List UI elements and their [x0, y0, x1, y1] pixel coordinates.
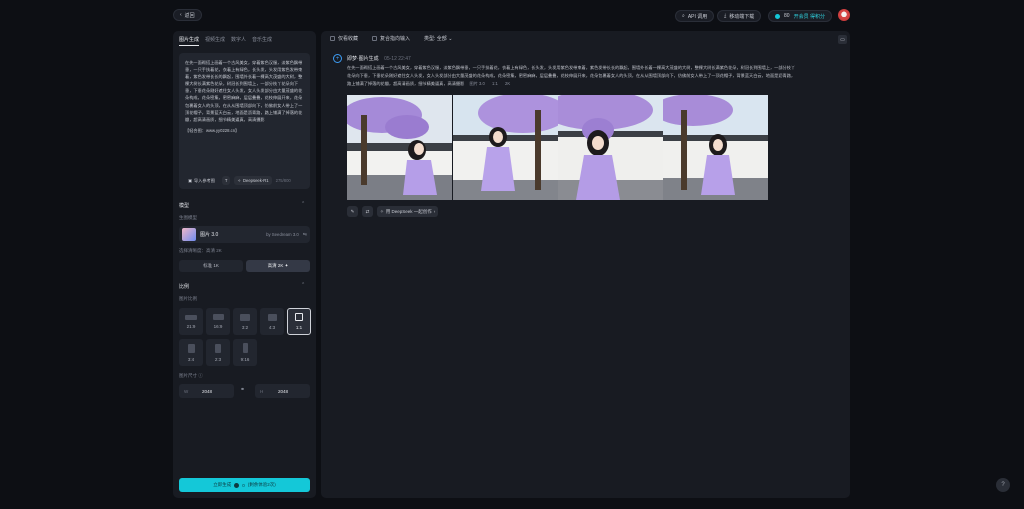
model-section-title: 模型: [179, 203, 190, 209]
pencil-icon: ✎: [350, 208, 355, 214]
height-input[interactable]: H 2048: [255, 384, 310, 398]
ratio-3-2[interactable]: 3:2: [233, 308, 257, 335]
tab-music[interactable]: 音乐生成: [252, 36, 272, 46]
ratio-sublabel: 图片比例: [179, 296, 197, 301]
filter-bar: 仅看收藏 复合指向输入 类型: 全部 ⌄: [330, 35, 452, 42]
generated-image-4[interactable]: [663, 95, 768, 200]
ratio-shape: [212, 314, 224, 320]
generated-image-1[interactable]: [347, 95, 452, 200]
mobile-download-button[interactable]: ⤓ 移动端下载: [717, 10, 762, 22]
image-icon: ▣: [188, 178, 192, 183]
model-name: 图片 3.0: [200, 232, 219, 238]
size-sublabel: 图片尺寸 ⓘ: [179, 373, 203, 378]
width-input[interactable]: W 2048: [179, 384, 234, 398]
ratio-9-16[interactable]: 9:16: [233, 339, 257, 366]
quality-standard-button[interactable]: 标准 1K: [179, 260, 243, 272]
prompt-textarea[interactable]: 在先一面砌搭上画着一个古风美女，穿着紫色汉服，淡紫色飘带垂，一只手扶着花，衣着上…: [179, 53, 310, 189]
collapse-model-icon[interactable]: ⌃: [301, 201, 305, 207]
points-badge[interactable]: 80 开会员 得积分: [768, 10, 832, 22]
ratio-2-3[interactable]: 2:3: [206, 339, 230, 366]
link-icon[interactable]: ⚭: [240, 386, 245, 393]
coin-icon: [234, 482, 240, 488]
generated-image-2[interactable]: [453, 95, 558, 200]
refresh-icon: ⇄: [365, 208, 370, 214]
ratio-shape: [242, 343, 248, 353]
chevron-left-icon: ‹: [180, 12, 182, 18]
ratio-3-4[interactable]: 3:4: [179, 339, 203, 366]
chevron-right-icon: ›: [433, 209, 436, 214]
text-format-button[interactable]: T: [221, 176, 231, 185]
tab-video[interactable]: 视频生成: [205, 36, 225, 46]
ratio-16-9[interactable]: 16:9: [206, 308, 230, 335]
favorites-filter[interactable]: 仅看收藏: [330, 35, 358, 42]
ratio-1-1[interactable]: 1:1: [287, 308, 311, 335]
api-button[interactable]: ⌕ API 调用: [675, 10, 715, 22]
regenerate-button[interactable]: ⇄: [362, 206, 373, 217]
download-icon: ⤓: [724, 13, 727, 19]
folder-icon[interactable]: ▭: [838, 35, 847, 44]
prompt-extra: 【轻合图：www.yy0228.cn】: [185, 127, 240, 133]
ratio-21-9[interactable]: 21:9: [179, 308, 203, 335]
generate-button[interactable]: 立即生成 0 (剩余体验2次): [179, 478, 310, 492]
ratio-shape: [187, 343, 195, 353]
checkbox-icon: [372, 36, 378, 41]
ratio-shape: [295, 313, 303, 321]
tab-digital-human[interactable]: 数字人: [231, 36, 246, 46]
type-filter-dropdown[interactable]: 类型: 全部 ⌄: [424, 35, 452, 42]
message-time: 05-12 22:47: [384, 56, 411, 62]
message-title: 即梦·图片生成 05-12 22:47: [347, 56, 411, 62]
info-icon: ⓘ: [198, 373, 203, 378]
model-sublabel: 生图模型: [179, 215, 197, 220]
ratio-shape: [267, 313, 277, 321]
deepseek-icon: ✧: [237, 178, 241, 183]
message-prompt: 在先一面砌搭上画着一个古风美女，穿着紫色汉服，淡紫色飘带垂，一只手扶着花，衣着上…: [347, 65, 796, 86]
ratio-section-title: 比例: [179, 284, 190, 290]
help-icon: ?: [1001, 482, 1005, 488]
chevron-down-icon: ⌄: [448, 36, 453, 42]
import-reference-button[interactable]: ▣ 导入参考图: [185, 176, 218, 185]
prompt-text: 在先一面砌搭上画着一个古风美女，穿着紫色汉服，淡紫色飘带垂，一只手扶着花，衣着上…: [185, 60, 303, 122]
tab-image[interactable]: 图片生成: [179, 36, 200, 46]
deepseek-icon: ✧: [380, 208, 384, 214]
settings-sliders-icon: ⇋: [302, 231, 307, 238]
search-icon: ⌕: [682, 13, 685, 19]
text-icon: T: [224, 178, 228, 183]
ratio-shape: [240, 313, 250, 321]
user-avatar[interactable]: [838, 9, 850, 21]
message-actions: ✎ ⇄ ✧ 用 DeepSeek 一起创作 ›: [347, 206, 439, 217]
ratio-shape: [185, 314, 197, 320]
quality-hd-button[interactable]: 高清 2K ✦: [246, 260, 310, 272]
char-count: 275/800: [275, 178, 291, 183]
checkbox-icon: [330, 36, 335, 41]
back-button[interactable]: ‹ 返回: [173, 9, 202, 21]
prompt-actions: ▣ 导入参考图 T ✧ Deepseek-R1 275/800: [185, 176, 291, 185]
composite-input-filter[interactable]: 复合指向输入: [372, 35, 410, 42]
model-by: by Seedream 3.0: [266, 232, 299, 237]
help-button[interactable]: ?: [996, 478, 1010, 492]
plus-circle-icon[interactable]: +: [333, 54, 342, 63]
model-thumbnail: [182, 228, 196, 241]
generation-tabs: 图片生成 视频生成 数字人 音乐生成: [179, 36, 272, 46]
deepseek-create-button[interactable]: ✧ 用 DeepSeek 一起创作 ›: [377, 206, 439, 217]
ratio-shape: [215, 343, 221, 353]
ratio-4-3[interactable]: 4:3: [260, 308, 284, 335]
quality-sublabel: 选择清晰度：高清 2K: [179, 248, 222, 253]
collapse-ratio-icon[interactable]: ⌃: [301, 282, 305, 288]
deepseek-button[interactable]: ✧ Deepseek-R1: [234, 176, 272, 185]
edit-button[interactable]: ✎: [347, 206, 358, 217]
model-selector[interactable]: 图片 3.0 by Seedream 3.0 ⇋: [179, 226, 310, 243]
generated-image-3[interactable]: [558, 95, 663, 200]
coin-icon: [775, 13, 780, 19]
